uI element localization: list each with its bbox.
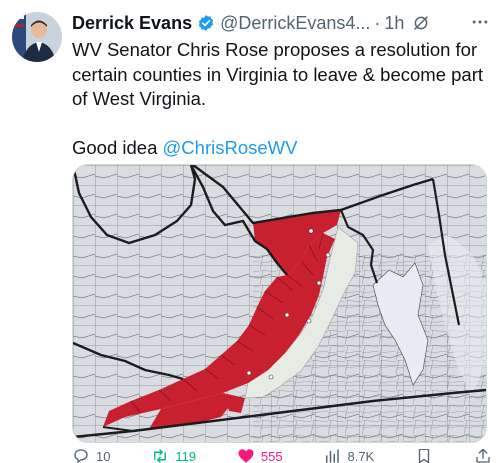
grok-icon[interactable] <box>412 14 430 32</box>
author-name[interactable]: Derrick Evans <box>72 13 192 34</box>
author-handle[interactable]: @DerrickEvans4... <box>220 13 370 34</box>
tweet-text-line-2: Good idea @ChrisRoseWV <box>72 136 492 161</box>
good-idea-text: Good idea <box>72 136 163 158</box>
virginia-counties-map <box>73 165 486 442</box>
tweet-text: WV Senator Chris Rose proposes a resolut… <box>72 38 492 160</box>
timestamp[interactable]: 1h <box>384 13 404 34</box>
verified-badge-icon[interactable] <box>197 14 215 32</box>
more-options-icon[interactable] <box>470 12 490 32</box>
header-separator: · <box>374 12 381 33</box>
tweet-header: Derrick Evans @DerrickEvans4... · 1h <box>72 10 492 36</box>
avatar-image <box>12 12 62 62</box>
avatar[interactable] <box>12 12 62 62</box>
tweet-media-map[interactable] <box>72 164 487 443</box>
tweet-text-line: WV Senator Chris Rose proposes a resolut… <box>72 39 484 109</box>
mention-link[interactable]: @ChrisRoseWV <box>163 137 298 158</box>
